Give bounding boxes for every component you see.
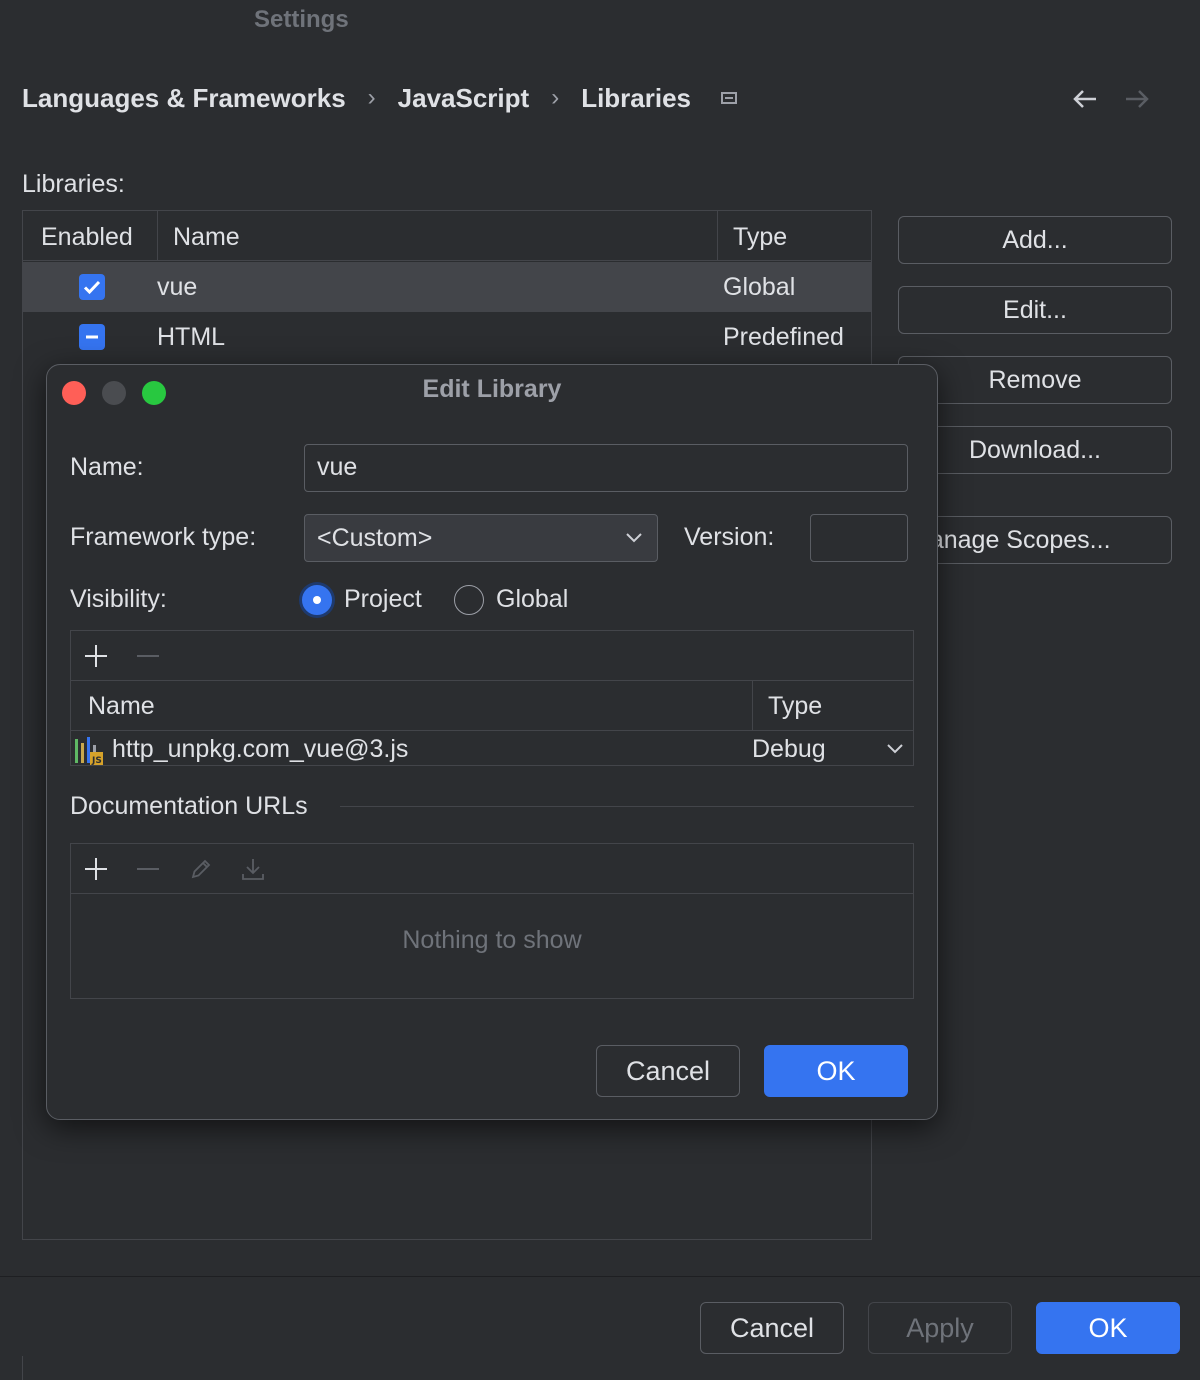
- remove-library-button[interactable]: Remove: [898, 356, 1172, 404]
- files-column-type[interactable]: Type: [768, 692, 822, 721]
- breadcrumb-item-libraries: Libraries: [581, 83, 691, 114]
- visibility-project-radio[interactable]: [302, 585, 332, 615]
- visibility-project-label[interactable]: Project: [344, 585, 422, 614]
- libraries-label: Libraries:: [22, 170, 125, 199]
- add-library-button[interactable]: Add...: [898, 216, 1172, 264]
- ok-button[interactable]: OK: [1036, 1302, 1180, 1354]
- library-type: Global: [723, 262, 795, 312]
- visibility-label: Visibility:: [70, 585, 167, 614]
- enabled-checkbox[interactable]: [79, 274, 105, 300]
- file-type[interactable]: Debug: [752, 735, 826, 764]
- footer-divider: [0, 1276, 1200, 1277]
- documentation-urls-panel: Nothing to show: [70, 843, 914, 999]
- manage-scopes-label: Manage Scopes...: [909, 517, 1111, 563]
- download-icon[interactable]: [240, 856, 266, 882]
- window-title: Settings: [254, 6, 349, 34]
- arrow-left-icon[interactable]: [1070, 84, 1100, 121]
- file-name: http_unpkg.com_vue@3.js: [112, 735, 408, 764]
- library-type: Predefined: [723, 312, 844, 362]
- column-type[interactable]: Type: [733, 211, 787, 261]
- pin-window-icon[interactable]: [721, 92, 737, 104]
- cancel-button[interactable]: Cancel: [700, 1302, 844, 1354]
- javascript-file-icon: JS: [74, 737, 104, 765]
- chevron-down-icon: [625, 515, 643, 576]
- files-toolbar: [71, 631, 913, 681]
- version-label: Version:: [684, 523, 774, 552]
- library-name: vue: [157, 262, 197, 312]
- plus-icon[interactable]: [83, 643, 109, 669]
- framework-type-select[interactable]: <Custom>: [304, 514, 658, 562]
- dialog-title: Edit Library: [47, 375, 937, 404]
- documentation-urls-label: Documentation URLs: [70, 792, 308, 821]
- column-enabled[interactable]: Enabled: [41, 211, 133, 261]
- dialog-cancel-button[interactable]: Cancel: [596, 1045, 740, 1097]
- download-library-button[interactable]: Download...: [898, 426, 1172, 474]
- empty-state-text: Nothing to show: [71, 926, 913, 955]
- section-divider: [340, 806, 914, 807]
- breadcrumb-separator: ›: [551, 84, 559, 112]
- panel-edge: [22, 1356, 23, 1380]
- breadcrumb-item-javascript[interactable]: JavaScript: [398, 83, 530, 114]
- dialog-ok-button[interactable]: OK: [764, 1045, 908, 1097]
- minus-icon[interactable]: [135, 856, 161, 882]
- minus-icon[interactable]: [135, 643, 161, 669]
- table-row[interactable]: HTML Predefined: [23, 312, 871, 362]
- table-row[interactable]: JS http_unpkg.com_vue@3.js Debug: [71, 731, 913, 765]
- name-input[interactable]: vue: [304, 444, 908, 492]
- library-files-panel: Name Type JS http_unpkg.com_vue@3.js Deb…: [70, 630, 914, 766]
- framework-type-label: Framework type:: [70, 523, 256, 552]
- files-column-name[interactable]: Name: [88, 692, 155, 721]
- arrow-right-icon[interactable]: [1122, 84, 1152, 121]
- version-input[interactable]: [810, 514, 908, 562]
- docs-toolbar: [71, 844, 913, 894]
- chevron-down-icon[interactable]: [886, 739, 904, 762]
- pencil-icon[interactable]: [188, 856, 214, 882]
- library-name: HTML: [157, 312, 225, 362]
- apply-button[interactable]: Apply: [868, 1302, 1012, 1354]
- edit-library-button[interactable]: Edit...: [898, 286, 1172, 334]
- manage-scopes-button[interactable]: Manage Scopes...: [898, 516, 1172, 564]
- files-header: Name Type: [71, 681, 913, 731]
- breadcrumb-item-languages[interactable]: Languages & Frameworks: [22, 83, 346, 114]
- column-name[interactable]: Name: [173, 211, 240, 261]
- plus-icon[interactable]: [83, 856, 109, 882]
- visibility-global-radio[interactable]: [454, 585, 484, 615]
- breadcrumb: Languages & Frameworks › JavaScript › Li…: [22, 80, 737, 116]
- visibility-global-label[interactable]: Global: [496, 585, 568, 614]
- framework-type-value: <Custom>: [317, 524, 432, 552]
- enabled-checkbox[interactable]: [79, 324, 105, 350]
- svg-text:JS: JS: [91, 756, 102, 765]
- breadcrumb-separator: ›: [368, 84, 376, 112]
- table-row[interactable]: vue Global: [23, 262, 871, 312]
- edit-library-dialog: Edit Library Name: vue Framework type: <…: [46, 364, 938, 1120]
- name-label: Name:: [70, 453, 144, 482]
